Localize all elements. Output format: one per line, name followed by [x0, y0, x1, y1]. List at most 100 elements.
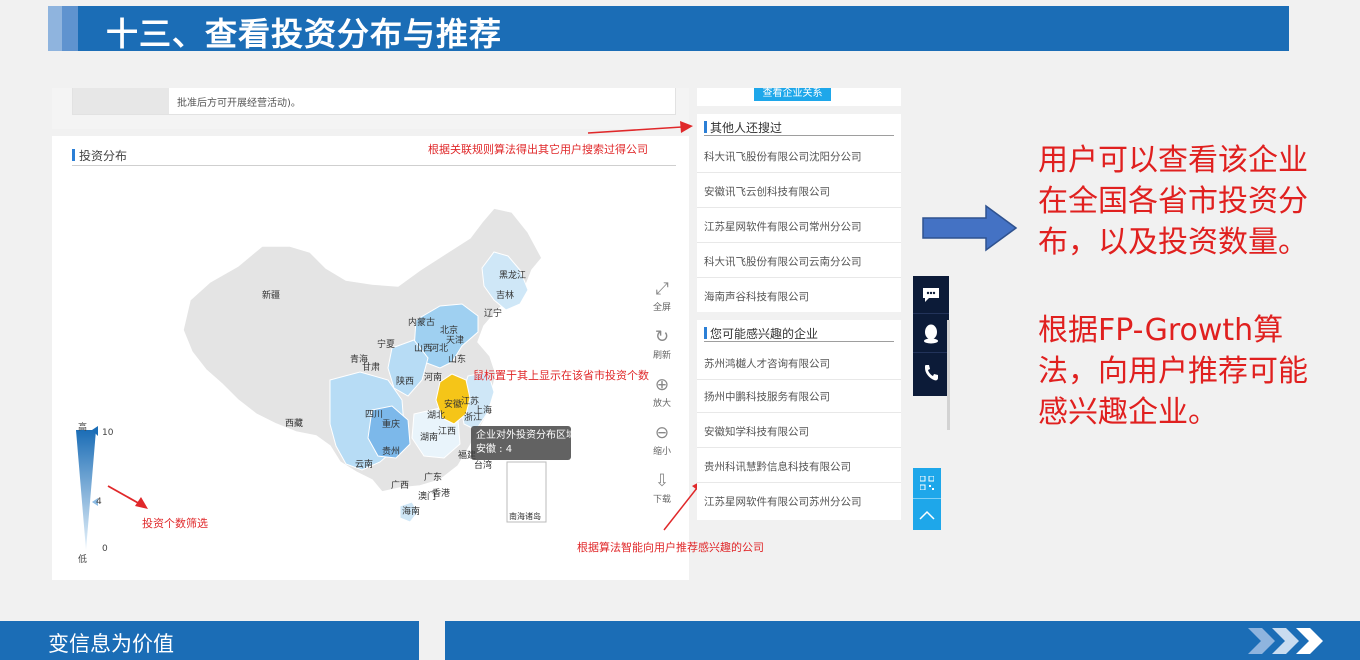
list-item[interactable]: 安徽知学科技有限公司: [697, 413, 901, 448]
south-sea-label: 南海诸岛: [509, 512, 541, 521]
legend-low-label: 低: [78, 555, 88, 565]
company-link[interactable]: 扬州中鹏科技服务有限公司: [704, 389, 830, 404]
province-label: 内蒙古: [408, 318, 436, 328]
download-label: 下载: [652, 495, 671, 505]
may-interest-header: 您可能感兴趣的企业: [704, 325, 894, 342]
province-label: 山西: [414, 344, 433, 354]
company-link[interactable]: 安徽知学科技有限公司: [704, 424, 809, 439]
chat-icon: [923, 287, 939, 302]
footer-right-bar: [445, 621, 1360, 660]
tooltip-title: 企业对外投资分布区域: [476, 430, 576, 441]
province-label: 浙江: [464, 413, 483, 423]
chat-button[interactable]: [913, 276, 949, 314]
province-label: 新疆: [262, 291, 281, 301]
description-paragraph-1: 用户可以查看该企业在全国各省市投资分布，以及投资数量。: [1038, 143, 1308, 260]
company-link[interactable]: 江苏星网软件有限公司常州分公司: [704, 219, 862, 234]
list-item[interactable]: 海南声谷科技有限公司: [697, 278, 901, 313]
province-label: 广西: [391, 481, 410, 491]
floating-contact-bar: [913, 276, 949, 396]
qq-button[interactable]: [913, 315, 949, 353]
province-label: 辽宁: [484, 309, 503, 319]
section-accent-bar: [704, 121, 707, 133]
province-label: 西藏: [285, 419, 304, 429]
annotation-filter-tip: 投资个数筛选: [142, 517, 208, 530]
company-link[interactable]: 安徽讯飞云创科技有限公司: [704, 184, 830, 199]
legend-mid-value: 4: [96, 497, 102, 507]
legend-high-label: 高: [78, 423, 88, 433]
company-link[interactable]: 江苏星网软件有限公司苏州分公司: [704, 494, 862, 509]
province-label: 贵州: [382, 447, 401, 457]
list-item[interactable]: 扬州中鹏科技服务有限公司: [697, 378, 901, 413]
list-item[interactable]: 江苏星网软件有限公司常州分公司: [697, 208, 901, 243]
list-item[interactable]: 贵州科讯慧黔信息科技有限公司: [697, 448, 901, 483]
chevrons-right-icon: [1248, 628, 1323, 654]
province-label: 四川: [365, 410, 384, 420]
annotation-hover-tip: 鼠标置于其上显示在该省市投资个数: [473, 369, 649, 382]
fullscreen-icon: ⤢: [655, 279, 669, 299]
legend-min-value: 0: [102, 544, 108, 554]
arrow-right-icon: [922, 204, 1018, 252]
fullscreen-button[interactable]: ⤢ 全屏: [649, 278, 675, 313]
others-searched-header: 其他人还搜过: [704, 119, 894, 136]
annotation-recommend-tip: 根据算法智能向用户推荐感兴趣的公司: [577, 541, 764, 554]
list-item[interactable]: 苏州鸿樾人才咨询有限公司: [697, 345, 901, 380]
annotation-assoc-rule: 根据关联规则算法得出其它用户搜索过得公司: [428, 143, 648, 156]
legend-max-value: 10: [102, 428, 114, 438]
province-label: 陕西: [396, 377, 415, 387]
others-searched-panel: 其他人还搜过 科大讯飞股份有限公司沈阳分公司 安徽讯飞云创科技有限公司 江苏星网…: [697, 114, 901, 312]
view-relation-button[interactable]: 查看企业关系: [754, 88, 831, 101]
list-item[interactable]: 科大讯飞股份有限公司云南分公司: [697, 243, 901, 278]
relation-bar: 查看企业关系: [697, 88, 901, 106]
province-label: 湖北: [427, 411, 446, 421]
qrcode-button[interactable]: [913, 468, 941, 499]
map-toolbox: ⤢ 全屏 ↻ 刷新 ⊕ 放大 ⊖ 缩小 ⇩ 下载: [649, 278, 675, 508]
section-accent-bar: [704, 327, 707, 339]
company-link[interactable]: 海南声谷科技有限公司: [704, 289, 809, 304]
province-label: 重庆: [382, 420, 401, 430]
company-link[interactable]: 科大讯飞股份有限公司沈阳分公司: [704, 149, 862, 164]
scrollbar-track[interactable]: [947, 320, 950, 430]
zoom-out-button[interactable]: ⊖ 缩小: [649, 422, 675, 457]
company-link[interactable]: 贵州科讯慧黔信息科技有限公司: [704, 459, 851, 474]
province-label: 吉林: [496, 291, 515, 301]
province-label: 河南: [424, 373, 443, 383]
footer-slogan: 变信息为价值: [48, 632, 174, 656]
qrcode-icon: [920, 476, 934, 490]
province-label: 山东: [448, 355, 467, 365]
province-label: 安徽: [444, 400, 463, 410]
zoom-out-label: 缩小: [652, 447, 671, 457]
province-label: 江西: [438, 427, 457, 437]
province-label: 天津: [446, 336, 465, 346]
qr-totop-widget: [913, 468, 941, 530]
may-interest-title: 您可能感兴趣的企业: [710, 327, 819, 341]
chevron-up-icon: [919, 510, 935, 520]
phone-icon: [925, 365, 938, 381]
refresh-icon: ↻: [654, 327, 670, 347]
list-item[interactable]: 科大讯飞股份有限公司沈阳分公司: [697, 138, 901, 173]
province-label: 云南: [355, 460, 374, 470]
download-button[interactable]: ⇩ 下载: [649, 470, 675, 505]
description-paragraph-2: 根据FP-Growth算法，向用户推荐可能感兴趣企业。: [1038, 313, 1308, 430]
province-label: 海南: [402, 507, 421, 517]
list-item[interactable]: 江苏星网软件有限公司苏州分公司: [697, 483, 901, 518]
province-label: 宁夏: [377, 340, 396, 350]
province-label: 黑龙江: [499, 271, 527, 281]
province-label: 甘肃: [362, 363, 381, 373]
qq-icon: [924, 324, 938, 343]
company-link[interactable]: 科大讯飞股份有限公司云南分公司: [704, 254, 862, 269]
slide: 十三、查看投资分布与推荐 批准后方可开展经营活动)。 投资分布 黑龙江 吉林 辽…: [0, 0, 1360, 660]
back-to-top-button[interactable]: [913, 499, 941, 530]
phone-button[interactable]: [913, 354, 949, 392]
legend-gradient: [76, 430, 96, 550]
province-label: 湖南: [420, 433, 439, 443]
may-interest-panel: 您可能感兴趣的企业 苏州鸿樾人才咨询有限公司 扬州中鹏科技服务有限公司 安徽知学…: [697, 320, 901, 520]
refresh-button[interactable]: ↻ 刷新: [649, 326, 675, 361]
zoom-out-icon: ⊖: [654, 423, 670, 443]
company-link[interactable]: 苏州鸿樾人才咨询有限公司: [704, 356, 830, 371]
province-label: 香港: [432, 489, 451, 499]
refresh-label: 刷新: [652, 351, 671, 361]
list-item[interactable]: 安徽讯飞云创科技有限公司: [697, 173, 901, 208]
zoom-in-label: 放大: [652, 399, 671, 409]
fullscreen-label: 全屏: [652, 303, 671, 313]
zoom-in-button[interactable]: ⊕ 放大: [649, 374, 675, 409]
